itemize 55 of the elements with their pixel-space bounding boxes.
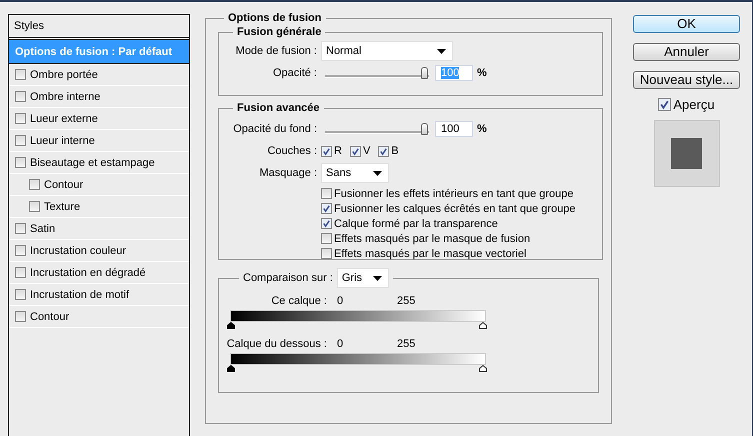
check-icon: [350, 146, 360, 156]
caret-icon: [372, 276, 382, 280]
style-item[interactable]: Texture: [9, 196, 189, 218]
slider-thumb[interactable]: [421, 67, 428, 79]
style-item[interactable]: Ombre portée: [9, 64, 189, 86]
style-item[interactable]: Ombre interne: [9, 86, 189, 108]
range-label: Ce calque :: [270, 295, 327, 307]
blend-if-dropdown[interactable]: Gris: [336, 268, 389, 288]
option-checkbox[interactable]: Effets masqués par le masque de fusion: [321, 231, 594, 246]
range-value: 255: [397, 338, 416, 350]
check-icon: [379, 146, 388, 156]
field-label: Opacité :: [272, 67, 318, 79]
group-title: Fusion générale: [236, 26, 322, 38]
slider-handle-icon[interactable]: [227, 322, 235, 329]
field-label: Couches :: [266, 145, 318, 157]
option-checkbox[interactable]: Fusionner les effets intérieurs en tant que groupe: [321, 186, 594, 201]
style-item[interactable]: Contour: [9, 174, 189, 196]
group-title: Fusion avancée: [236, 102, 321, 114]
style-item[interactable]: Incrustation en dégradé: [9, 262, 189, 284]
preview-checkbox[interactable]: Aperçu: [658, 97, 715, 112]
caret-icon: [373, 170, 382, 176]
slider-handle-icon[interactable]: [227, 365, 235, 372]
unit-label: %: [477, 67, 487, 79]
style-item[interactable]: Lueur externe: [9, 108, 189, 130]
option-checkbox[interactable]: Effets masqués par le masque vectoriel: [321, 246, 594, 261]
style-item[interactable]: Incrustation couleur: [9, 240, 189, 262]
range-value: 255: [397, 295, 416, 307]
unit-label: %: [477, 123, 487, 135]
preview-swatch: [654, 120, 720, 187]
field-label: Opacité du fond :: [232, 123, 318, 135]
style-item[interactable]: Contour: [9, 306, 189, 328]
style-item[interactable]: Lueur interne: [9, 130, 189, 152]
field-label: Masquage :: [258, 167, 318, 179]
slider-thumb[interactable]: [421, 123, 428, 135]
field-label: Mode de fusion :: [234, 45, 318, 57]
dialog-button[interactable]: Nouveau style...: [633, 71, 740, 89]
panel-title: Options de fusion: [227, 12, 322, 24]
field-label: Comparaison sur :: [243, 272, 333, 284]
style-item[interactable]: Biseautage et estampage: [9, 152, 189, 174]
fill-opacity-input[interactable]: 100: [435, 121, 473, 137]
range-value: 0: [337, 338, 344, 350]
option-checkbox[interactable]: Calque formé par la transparence: [321, 216, 594, 231]
dialog-button[interactable]: OK: [633, 15, 740, 33]
option-checkbox[interactable]: Fusionner les calques écrêtés en tant que groupe: [321, 201, 594, 216]
range-label: Calque du dessous :: [226, 338, 327, 350]
style-item[interactable]: Incrustation de motif: [9, 284, 189, 306]
check-icon: [659, 99, 670, 110]
blend-mode-dropdown[interactable]: Normal: [321, 41, 453, 61]
knockout-dropdown[interactable]: Sans: [321, 163, 389, 183]
range-value: 0: [337, 295, 344, 307]
caret-icon: [437, 48, 446, 54]
dialog-button[interactable]: Annuler: [633, 43, 740, 61]
channel-checkbox[interactable]: R: [321, 145, 342, 157]
check-icon: [322, 146, 331, 156]
style-item[interactable]: Satin: [9, 218, 189, 240]
